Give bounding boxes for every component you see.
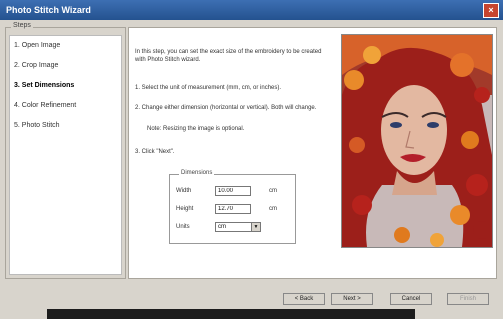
instruction-step-1: 1. Select the unit of measurement (mm, c…: [135, 85, 282, 91]
height-label: Height: [176, 206, 194, 212]
window-title: Photo Stitch Wizard: [6, 5, 91, 15]
instruction-step-2: 2. Change either dimension (horizontal o…: [135, 105, 317, 111]
step-open-image: 1. Open Image: [14, 42, 61, 49]
image-preview: [341, 34, 493, 248]
next-button[interactable]: Next >: [331, 293, 373, 305]
wizard-window: Photo Stitch Wizard × Steps 1. Open Imag…: [0, 0, 503, 319]
finish-button[interactable]: Finish: [447, 293, 489, 305]
intro-text: In this step, you can set the exact size…: [135, 49, 322, 63]
width-unit: cm: [269, 188, 277, 194]
steps-list: 1. Open Image 2. Crop Image 3. Set Dimen…: [9, 35, 122, 275]
close-icon[interactable]: ×: [483, 2, 499, 18]
units-select[interactable]: cm ▼: [215, 222, 261, 232]
portrait-image: [342, 35, 492, 247]
steps-legend: Steps: [11, 22, 33, 29]
taskbar: [47, 309, 415, 319]
dimensions-legend: Dimensions: [179, 170, 215, 176]
main-panel: In this step, you can set the exact size…: [128, 27, 497, 279]
step-set-dimensions: 3. Set Dimensions: [14, 82, 75, 89]
title-bar: Photo Stitch Wizard ×: [0, 0, 503, 20]
step-color-refinement: 4. Color Refinement: [14, 102, 77, 109]
step-crop-image: 2. Crop Image: [14, 62, 59, 69]
instruction-step-3: 3. Click "Next".: [135, 149, 175, 155]
width-input[interactable]: [215, 186, 251, 196]
step-photo-stitch: 5. Photo Stitch: [14, 122, 60, 129]
height-unit: cm: [269, 206, 277, 212]
cancel-button[interactable]: Cancel: [390, 293, 432, 305]
units-label: Units: [176, 224, 190, 230]
note-text: Note: Resizing the image is optional.: [147, 126, 245, 132]
width-label: Width: [176, 188, 192, 194]
chevron-down-icon[interactable]: ▼: [251, 223, 260, 231]
height-input[interactable]: [215, 204, 251, 214]
back-button[interactable]: < Back: [283, 293, 325, 305]
units-value: cm: [218, 224, 226, 230]
